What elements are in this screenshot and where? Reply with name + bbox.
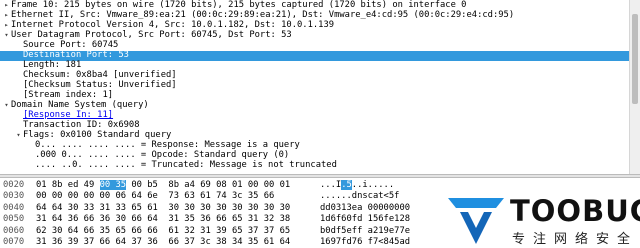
hex-offset: 0020: [3, 180, 25, 190]
hex-ascii[interactable]: b0df5eff a219e77e: [320, 226, 410, 237]
hex-offset: 0040: [3, 202, 25, 213]
hex-bytes[interactable]: 62 30 64 66 35 65 66 66 61 32 31 39 65 3…: [36, 226, 290, 237]
hex-bytes[interactable]: 64 64 30 33 31 33 65 61 30 30 30 30 30 3…: [36, 203, 290, 214]
hex-offset: 0070: [3, 237, 25, 247]
scrollbar-thumb[interactable]: [632, 14, 638, 104]
hex-bytes-text: 31 64 36 66 36 30 66 64 31 35 36 66 65 3…: [36, 214, 291, 225]
brand-name: TOOBUG: [510, 194, 640, 228]
ascii-text: ..i.....: [351, 180, 395, 190]
tree-row-label: .000 0... .... .... = Opcode: Standard q…: [35, 150, 290, 160]
tree-row-label: Destination Port: 53: [23, 50, 129, 60]
hex-bytes[interactable]: 00 00 00 00 00 06 64 6e 73 63 61 74 3c 3…: [36, 191, 274, 202]
ascii-text: 1697fd76 f7<845ad: [320, 237, 411, 247]
expand-arrow-icon[interactable]: ▸: [2, 11, 11, 21]
tree-row-label: Length: 181: [23, 60, 82, 70]
expand-arrow-icon[interactable]: ▸: [2, 1, 11, 11]
hex-offset: 0060: [3, 225, 25, 236]
collapse-arrow-icon[interactable]: ▾: [2, 101, 11, 111]
ascii-text: b0df5eff a219e77e: [320, 225, 411, 236]
tree-row-label: .... ..0. .... .... = Truncated: Message…: [35, 160, 337, 170]
hex-bytes[interactable]: 31 36 39 37 66 64 37 36 66 37 3c 38 34 3…: [36, 237, 290, 248]
tree-row-label: User Datagram Protocol, Src Port: 60745,…: [11, 30, 292, 40]
tree-row-label: [Checksum Status: Unverified]: [23, 80, 177, 90]
hex-bytes[interactable]: 01 8b ed 49 00 35 00 b5 8b a4 69 08 01 0…: [36, 180, 290, 191]
tree-row-label: Flags: 0x0100 Standard query: [23, 130, 172, 140]
tree-row[interactable]: .... ..0. .... .... = Truncated: Message…: [0, 160, 640, 171]
tree-row-label: Checksum: 0x8ba4 [unverified]: [23, 70, 177, 80]
hex-ascii[interactable]: 1d6f60fd 156fe128: [320, 214, 410, 225]
hex-bytes-text: 00 b5 8b a4 69 08 01 00 00 01: [126, 180, 291, 190]
tree-row-label: 0... .... .... .... = Response: Message …: [35, 140, 300, 150]
tree-row-label: Source Port: 60745: [23, 40, 119, 50]
ascii-text: ......dnscat<5f: [320, 191, 400, 202]
tree-row-label: Ethernet II, Src: Vmware_89:ea:21 (00:0c…: [11, 10, 515, 20]
collapse-arrow-icon[interactable]: ▾: [14, 131, 23, 141]
hex-bytes[interactable]: 31 64 36 66 36 30 66 64 31 35 36 66 65 3…: [36, 214, 290, 225]
tree-row-label: Frame 10: 215 bytes on wire (1720 bits),…: [11, 0, 467, 10]
hex-bytes-text: 00 00 00 00 00 06 64 6e 73 63 61 74 3c 3…: [36, 191, 275, 202]
hex-offset: 0030: [3, 191, 25, 202]
ascii-text: ...I: [320, 180, 342, 190]
hex-ascii[interactable]: ...I.5..i.....: [320, 180, 394, 191]
toobug-logo-icon: [448, 198, 504, 244]
collapse-arrow-icon[interactable]: ▾: [2, 31, 11, 41]
ascii-text: 1d6f60fd 156fe128: [320, 214, 411, 225]
hex-bytes-text: 64 64 30 33 31 33 65 61 30 30 30 30 30 3…: [36, 202, 291, 213]
hex-ascii[interactable]: 1697fd76 f7<845ad: [320, 237, 410, 248]
hex-bytes-text: 01 8b ed 49: [36, 180, 100, 190]
ascii-highlight: .5: [341, 180, 352, 190]
hex-bytes-highlight: 00 35: [99, 180, 127, 190]
hex-bytes-text: 31 36 39 37 66 64 37 36 66 37 3c 38 34 3…: [36, 237, 291, 247]
hex-offset: 0050: [3, 214, 25, 225]
brand-tagline: 专注网络安全: [512, 232, 639, 247]
packet-details-pane[interactable]: ▸ Frame 10: 215 bytes on wire (1720 bits)…: [0, 0, 640, 174]
tree-row-label: [Stream index: 1]: [23, 90, 114, 100]
tree-row-label: Internet Protocol Version 4, Src: 10.0.1…: [11, 20, 335, 30]
expand-arrow-icon[interactable]: ▸: [2, 21, 11, 31]
tree-row-label: Domain Name System (query): [11, 100, 149, 110]
hex-bytes-text: 62 30 64 66 35 65 66 66 61 32 31 39 65 3…: [36, 225, 291, 236]
details-scrollbar[interactable]: [629, 0, 640, 174]
toobug-watermark: TOOBUG 专注网络安全: [436, 190, 640, 248]
tree-row-link[interactable]: [Response In: 11]: [23, 110, 113, 120]
ascii-text: dd0313ea 00000000: [320, 202, 411, 213]
hex-ascii[interactable]: dd0313ea 00000000: [320, 203, 410, 214]
hex-ascii[interactable]: ......dnscat<5f: [320, 191, 399, 202]
tree-row-label: Transaction ID: 0x6908: [23, 120, 140, 130]
tree-row[interactable]: Destination Port: 53: [0, 50, 640, 61]
